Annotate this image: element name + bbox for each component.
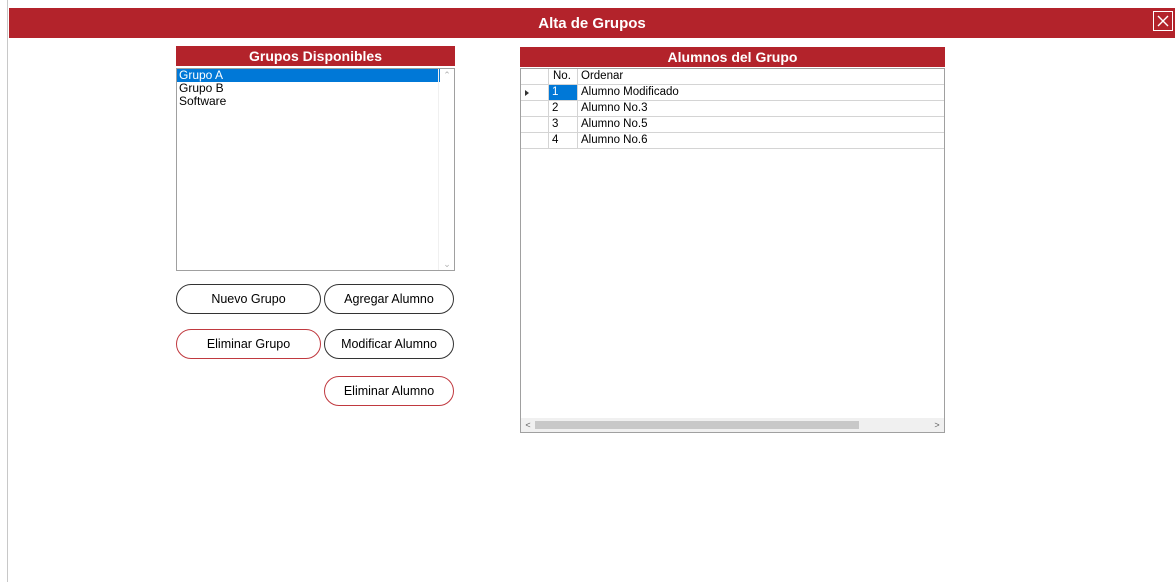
row-header[interactable] xyxy=(521,85,549,101)
cell-no[interactable]: 1 xyxy=(549,85,578,101)
cell-name[interactable]: Alumno No.5 xyxy=(578,117,944,133)
groups-vertical-scrollbar[interactable]: ⌃ ⌄ xyxy=(438,69,454,270)
row-header[interactable] xyxy=(521,101,549,117)
row-header[interactable] xyxy=(521,117,549,133)
window-title: Alta de Grupos xyxy=(538,14,646,32)
cell-name[interactable]: Alumno No.3 xyxy=(578,101,944,117)
cell-name[interactable]: Alumno No.6 xyxy=(578,133,944,149)
title-bar: Alta de Grupos xyxy=(9,8,1175,38)
grid-header-row: No. Ordenar xyxy=(521,69,944,85)
delete-student-button[interactable]: Eliminar Alumno xyxy=(324,376,454,406)
cell-no[interactable]: 3 xyxy=(549,117,578,133)
table-row[interactable]: 4 Alumno No.6 xyxy=(521,133,944,149)
scroll-down-icon[interactable]: ⌄ xyxy=(439,258,455,270)
scrollbar-thumb[interactable] xyxy=(535,421,859,429)
group-list-item[interactable]: Software xyxy=(177,95,440,108)
row-header[interactable] xyxy=(521,133,549,149)
delete-group-button[interactable]: Eliminar Grupo xyxy=(176,329,321,359)
add-student-button[interactable]: Agregar Alumno xyxy=(324,284,454,314)
modify-student-button[interactable]: Modificar Alumno xyxy=(324,329,454,359)
new-group-button[interactable]: Nuevo Grupo xyxy=(176,284,321,314)
cell-name[interactable]: Alumno Modificado xyxy=(578,85,944,101)
students-grid[interactable]: No. Ordenar 1 Alumno Modificado 2 Alumno… xyxy=(520,68,945,433)
scroll-up-icon[interactable]: ⌃ xyxy=(439,69,455,81)
row-header-corner xyxy=(521,69,549,85)
grid-horizontal-scrollbar[interactable]: < > xyxy=(521,418,944,432)
close-icon xyxy=(1157,15,1169,27)
scroll-left-icon[interactable]: < xyxy=(521,418,535,432)
cell-no[interactable]: 2 xyxy=(549,101,578,117)
cell-no[interactable]: 4 xyxy=(549,133,578,149)
groups-listbox[interactable]: Grupo A Grupo B Software ⌃ ⌄ xyxy=(176,68,455,271)
column-header-ordenar[interactable]: Ordenar xyxy=(578,69,944,85)
window-left-border xyxy=(0,0,8,582)
column-header-no[interactable]: No. xyxy=(549,69,578,85)
groups-header: Grupos Disponibles xyxy=(176,46,455,66)
current-row-icon xyxy=(525,90,529,96)
table-row[interactable]: 2 Alumno No.3 xyxy=(521,101,944,117)
scroll-right-icon[interactable]: > xyxy=(930,418,944,432)
table-row[interactable]: 1 Alumno Modificado xyxy=(521,85,944,101)
table-row[interactable]: 3 Alumno No.5 xyxy=(521,117,944,133)
students-header: Alumnos del Grupo xyxy=(520,47,945,67)
close-button[interactable] xyxy=(1153,11,1173,31)
